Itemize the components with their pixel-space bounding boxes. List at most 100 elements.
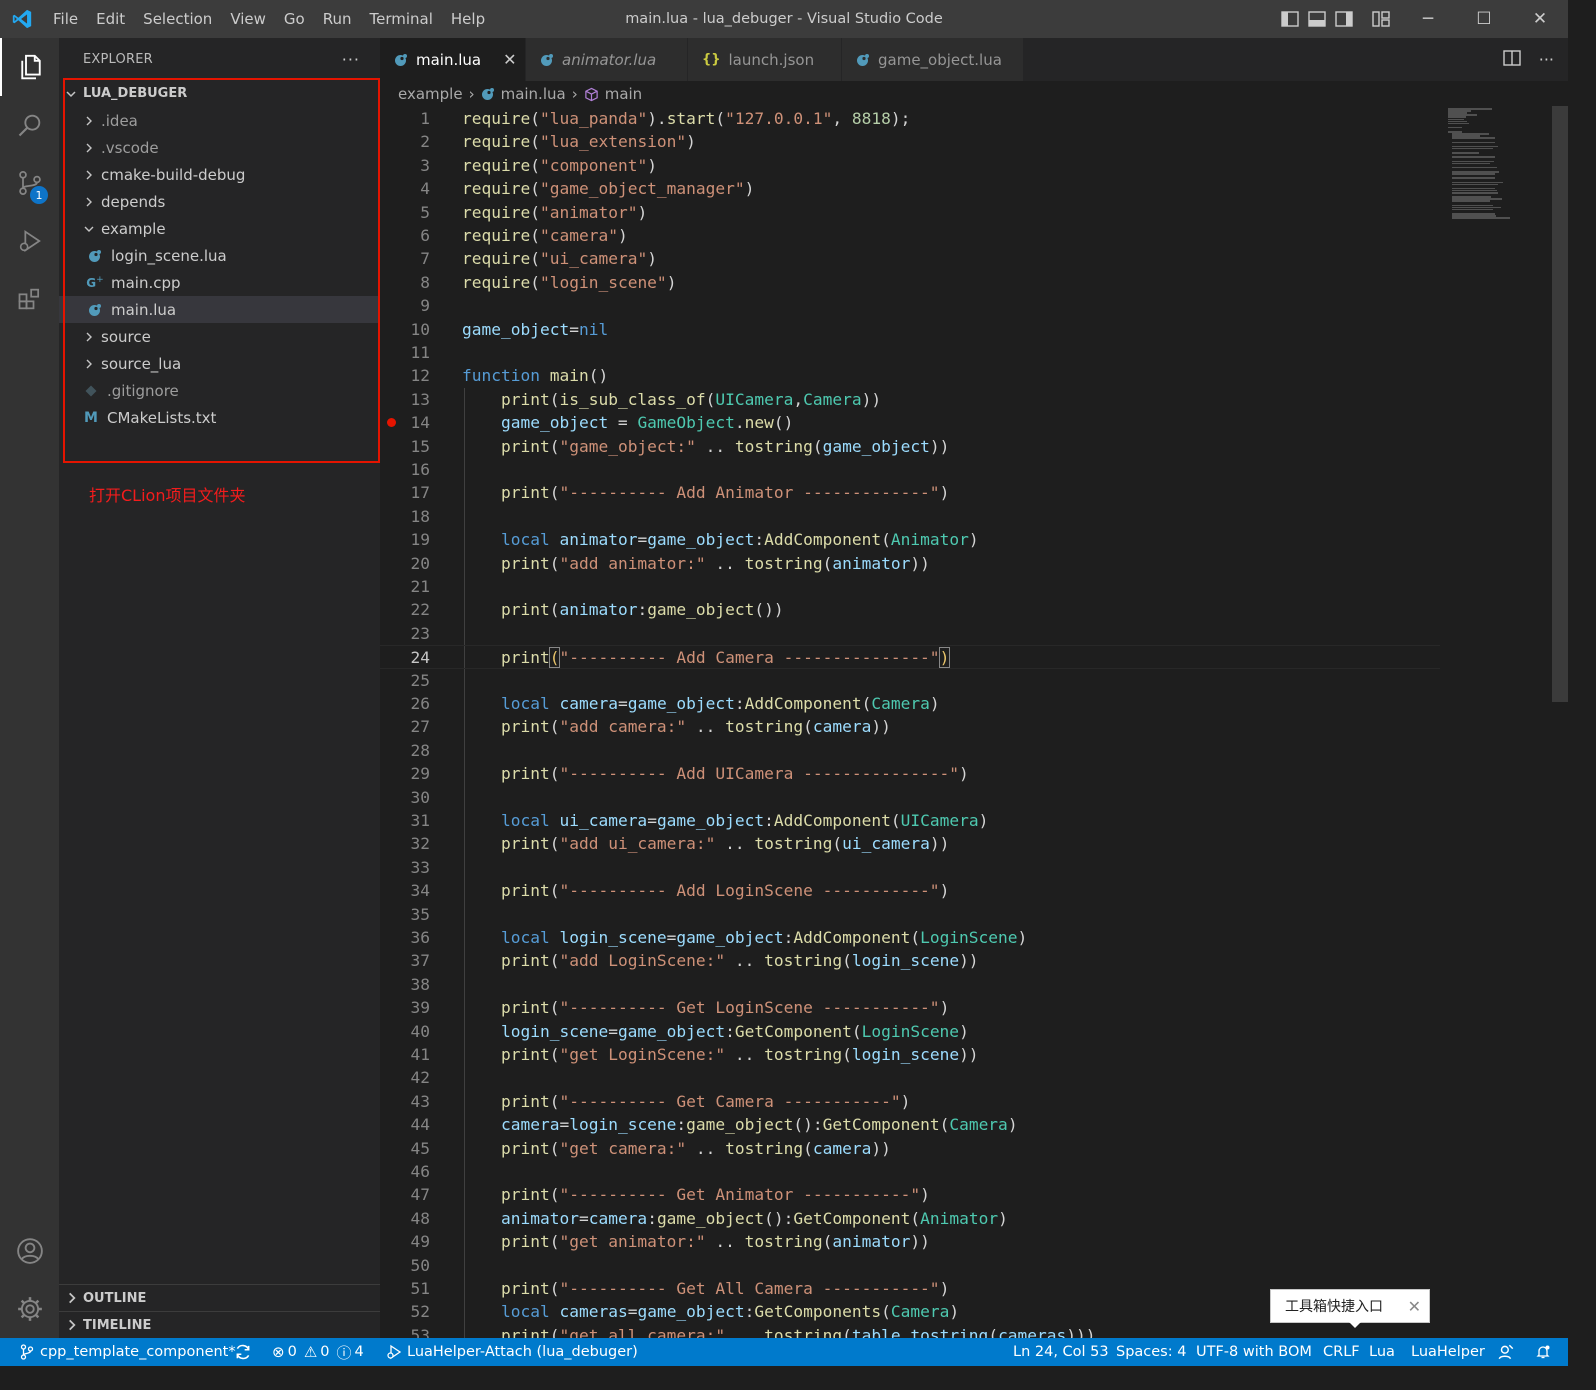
code-editor[interactable]: 1 require("lua_panda").start("127.0.0.1",… xyxy=(380,106,1440,1338)
menu-terminal[interactable]: Terminal xyxy=(361,0,442,38)
tree-item-gitignore[interactable]: .gitignore xyxy=(59,377,380,404)
code-line[interactable]: 8 require("login_scene") xyxy=(380,271,1440,294)
breakpoint-icon[interactable] xyxy=(387,418,396,427)
luahelper-status[interactable]: LuaHelper xyxy=(1411,1338,1485,1366)
search-icon[interactable] xyxy=(0,96,59,154)
menu-file[interactable]: File xyxy=(44,0,87,38)
code-line[interactable]: 28 xyxy=(380,739,1440,762)
workspace-root[interactable]: LUA_DEBUGER xyxy=(59,80,380,107)
code-line[interactable]: 19 local animator=game_object:AddCompone… xyxy=(380,528,1440,551)
code-line[interactable]: 10 game_object=nil xyxy=(380,318,1440,341)
minimap[interactable] xyxy=(1440,106,1552,1338)
tree-item-main-lua[interactable]: main.lua xyxy=(59,296,380,323)
code-line[interactable]: 44 camera=login_scene:game_object():GetC… xyxy=(380,1113,1440,1136)
cursor-position[interactable]: Ln 24, Col 53 xyxy=(1013,1338,1109,1366)
menu-run[interactable]: Run xyxy=(314,0,361,38)
code-line[interactable]: 6 require("camera") xyxy=(380,224,1440,247)
tree-item-login-scene-lua[interactable]: login_scene.lua xyxy=(59,242,380,269)
tree-item-idea[interactable]: .idea xyxy=(59,107,380,134)
close-window-button[interactable]: ✕ xyxy=(1512,0,1568,38)
code-line[interactable]: 3 require("component") xyxy=(380,154,1440,177)
close-tab-icon[interactable]: ✕ xyxy=(503,50,516,69)
code-line[interactable]: 40 login_scene=game_object:GetComponent(… xyxy=(380,1020,1440,1043)
code-line[interactable]: 30 xyxy=(380,786,1440,809)
code-line[interactable]: 11 xyxy=(380,341,1440,364)
code-line[interactable]: 27 print("add camera:" .. tostring(camer… xyxy=(380,715,1440,738)
code-line[interactable]: 47 print("---------- Get Animator ------… xyxy=(380,1183,1440,1206)
outline-panel-header[interactable]: OUTLINE xyxy=(59,1284,380,1311)
debug-config-status[interactable]: LuaHelper-Attach (lua_debuger) xyxy=(386,1338,638,1366)
code-line[interactable]: 34 print("---------- Add LoginScene ----… xyxy=(380,879,1440,902)
toggle-panel-icon[interactable] xyxy=(1303,0,1330,38)
code-line[interactable]: 45 print("get camera:" .. tostring(camer… xyxy=(380,1137,1440,1160)
code-line[interactable]: 43 print("---------- Get Camera --------… xyxy=(380,1090,1440,1113)
branch-status[interactable]: cpp_template_component* xyxy=(20,1338,236,1366)
code-line[interactable]: 22 print(animator:game_object()) xyxy=(380,598,1440,621)
tree-item-cmake-build-debug[interactable]: cmake-build-debug xyxy=(59,161,380,188)
close-popup-icon[interactable]: ✕ xyxy=(1408,1297,1421,1316)
code-line[interactable]: 26 local camera=game_object:AddComponent… xyxy=(380,692,1440,715)
toggle-primary-sidebar-icon[interactable] xyxy=(1276,0,1303,38)
code-line[interactable]: 5 require("animator") xyxy=(380,201,1440,224)
menu-selection[interactable]: Selection xyxy=(134,0,221,38)
breadcrumb-symbol[interactable]: main xyxy=(605,85,642,103)
minimize-button[interactable]: ─ xyxy=(1400,0,1456,38)
extensions-icon[interactable] xyxy=(0,270,59,328)
code-line[interactable]: 2 require("lua_extension") xyxy=(380,130,1440,153)
settings-gear-icon[interactable] xyxy=(0,1280,59,1338)
tree-item-source[interactable]: source xyxy=(59,323,380,350)
code-line[interactable]: 41 print("get LoginScene:" .. tostring(l… xyxy=(380,1043,1440,1066)
code-line[interactable]: 53 print("get all camera:" .. tostring(t… xyxy=(380,1324,1440,1338)
eol-status[interactable]: CRLF xyxy=(1323,1338,1360,1366)
source-control-icon[interactable] xyxy=(0,154,59,212)
code-line[interactable]: 42 xyxy=(380,1066,1440,1089)
breadcrumb-folder[interactable]: example xyxy=(398,85,463,103)
tree-item-vscode[interactable]: .vscode xyxy=(59,134,380,161)
feedback-icon[interactable] xyxy=(1497,1338,1515,1366)
code-line[interactable]: 15 print("game_object:" .. tostring(game… xyxy=(380,435,1440,458)
code-line[interactable]: 12 function main() xyxy=(380,364,1440,387)
code-line[interactable]: 46 xyxy=(380,1160,1440,1183)
code-line[interactable]: 35 xyxy=(380,903,1440,926)
code-line[interactable]: 25 xyxy=(380,669,1440,692)
toggle-secondary-sidebar-icon[interactable] xyxy=(1330,0,1357,38)
editor-more-actions-icon[interactable]: ··· xyxy=(1539,50,1554,69)
code-line[interactable]: 24 print("---------- Add Camera --------… xyxy=(380,645,1440,669)
tree-item-source-lua[interactable]: source_lua xyxy=(59,350,380,377)
code-line[interactable]: 4 require("game_object_manager") xyxy=(380,177,1440,200)
code-line[interactable]: 36 local login_scene=game_object:AddComp… xyxy=(380,926,1440,949)
code-line[interactable]: 32 print("add ui_camera:" .. tostring(ui… xyxy=(380,832,1440,855)
code-line[interactable]: 13 print(is_sub_class_of(UICamera,Camera… xyxy=(380,388,1440,411)
toolbox-shortcut-label[interactable]: 工具箱快捷入口 xyxy=(1285,1296,1383,1316)
code-line[interactable]: 14 game_object = GameObject.new() xyxy=(380,411,1440,434)
run-debug-icon[interactable] xyxy=(0,212,59,270)
code-line[interactable]: 1 require("lua_panda").start("127.0.0.1",… xyxy=(380,107,1440,130)
code-line[interactable]: 9 xyxy=(380,294,1440,317)
code-line[interactable]: 29 print("---------- Add UICamera ------… xyxy=(380,762,1440,785)
code-line[interactable]: 38 xyxy=(380,973,1440,996)
menu-help[interactable]: Help xyxy=(442,0,494,38)
problems-status[interactable]: ⊗ 0 ⚠ 0 ⓘ 4 xyxy=(272,1338,364,1366)
code-line[interactable]: 18 xyxy=(380,505,1440,528)
maximize-button[interactable]: ☐ xyxy=(1456,0,1512,38)
code-line[interactable]: 37 print("add LoginScene:" .. tostring(l… xyxy=(380,949,1440,972)
code-line[interactable]: 7 require("ui_camera") xyxy=(380,247,1440,270)
menu-view[interactable]: View xyxy=(221,0,275,38)
accounts-icon[interactable] xyxy=(0,1222,59,1280)
timeline-panel-header[interactable]: TIMELINE xyxy=(59,1311,380,1338)
toolbox-shortcut-popup[interactable]: 工具箱快捷入口 ✕ xyxy=(1270,1289,1430,1323)
code-line[interactable]: 50 xyxy=(380,1254,1440,1277)
sync-icon[interactable] xyxy=(234,1338,252,1366)
tree-item-example[interactable]: example xyxy=(59,215,380,242)
tree-item-main-cpp[interactable]: G + main.cpp xyxy=(59,269,380,296)
breadcrumb-file[interactable]: main.lua xyxy=(501,85,566,103)
explorer-icon[interactable] xyxy=(0,38,59,96)
code-line[interactable]: 16 xyxy=(380,458,1440,481)
menu-go[interactable]: Go xyxy=(275,0,314,38)
tab-animator-lua[interactable]: animator.lua xyxy=(526,38,688,81)
customize-layout-icon[interactable] xyxy=(1367,0,1394,38)
code-line[interactable]: 20 print("add animator:" .. tostring(ani… xyxy=(380,552,1440,575)
code-line[interactable]: 48 animator=camera:game_object():GetComp… xyxy=(380,1207,1440,1230)
code-line[interactable]: 39 print("---------- Get LoginScene ----… xyxy=(380,996,1440,1019)
code-line[interactable]: 21 xyxy=(380,575,1440,598)
